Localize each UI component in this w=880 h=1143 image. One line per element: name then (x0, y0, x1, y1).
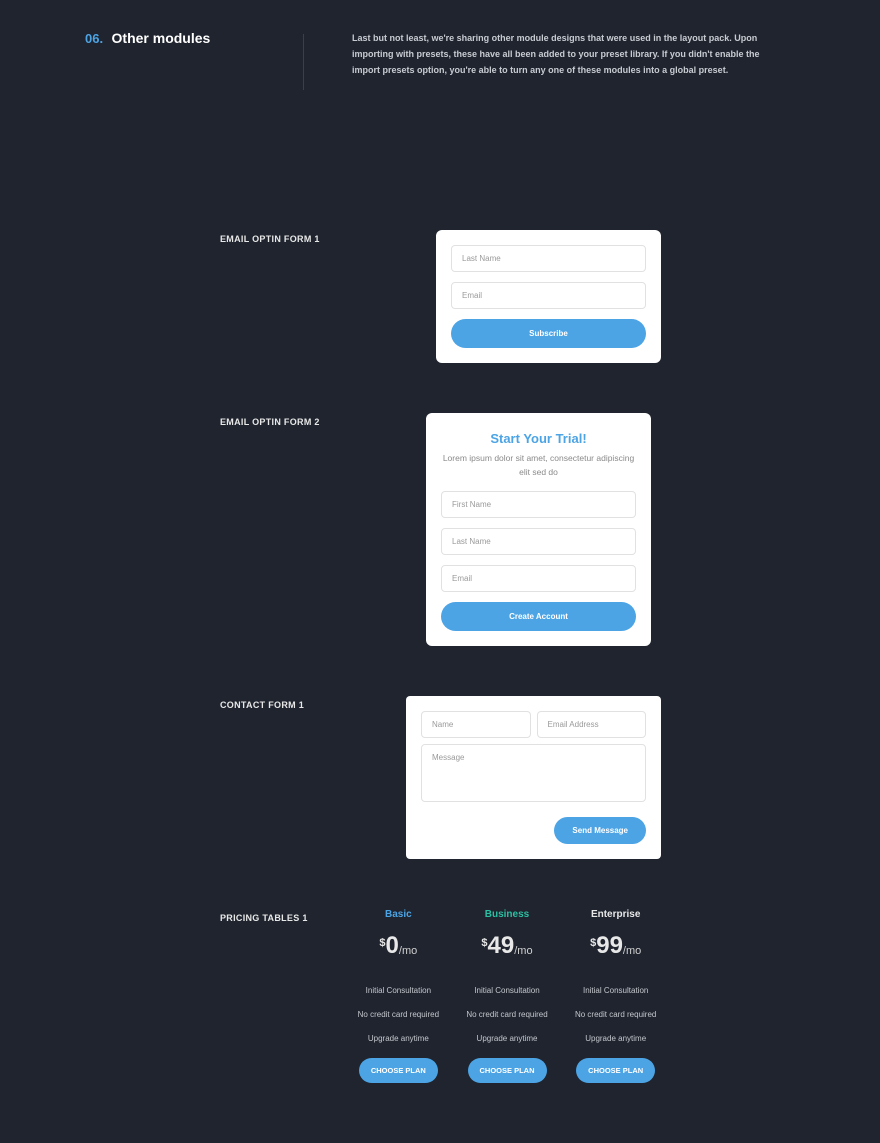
price-business: 49 (488, 934, 515, 958)
choose-plan-basic-button[interactable]: CHOOSE PLAN (359, 1058, 438, 1083)
pricing-col-business: Business $ 49 /mo Initial Consultation N… (453, 909, 562, 1083)
plan-name-basic: Basic (344, 909, 453, 920)
choose-plan-business-button[interactable]: CHOOSE PLAN (468, 1058, 547, 1083)
price-enterprise: 99 (596, 934, 623, 958)
optin1-subscribe-button[interactable]: Subscribe (451, 319, 646, 348)
pricing-wrap: Basic $ 0 /mo Initial Consultation No cr… (344, 909, 670, 1083)
choose-plan-enterprise-button[interactable]: CHOOSE PLAN (576, 1058, 655, 1083)
feature: Initial Consultation (453, 986, 562, 995)
label-optin1: EMAIL OPTIN FORM 1 (220, 230, 406, 363)
contact-email-input[interactable] (537, 711, 647, 738)
contact-card: Send Message (406, 696, 661, 859)
plan-name-business: Business (453, 909, 562, 920)
plan-name-enterprise: Enterprise (561, 909, 670, 920)
period: /mo (623, 945, 641, 957)
feature: Upgrade anytime (344, 1034, 453, 1043)
price-line: $ 49 /mo (453, 934, 562, 958)
optin2-email-input[interactable] (441, 565, 636, 592)
optin1-email-input[interactable] (451, 282, 646, 309)
pricing-col-enterprise: Enterprise $ 99 /mo Initial Consultation… (561, 909, 670, 1083)
feature: Upgrade anytime (561, 1034, 670, 1043)
pricing-col-basic: Basic $ 0 /mo Initial Consultation No cr… (344, 909, 453, 1083)
optin1-lastname-input[interactable] (451, 245, 646, 272)
contact-send-button[interactable]: Send Message (554, 817, 646, 844)
price-line: $ 0 /mo (344, 934, 453, 958)
optin2-subtitle: Lorem ipsum dolor sit amet, consectetur … (441, 452, 636, 479)
label-contact1: CONTACT FORM 1 (220, 696, 406, 859)
section-number: 06. (85, 31, 103, 46)
section-title: Other modules (112, 30, 211, 46)
optin2-lastname-input[interactable] (441, 528, 636, 555)
contact-name-input[interactable] (421, 711, 531, 738)
optin1-card: Subscribe (436, 230, 661, 363)
feature: Upgrade anytime (453, 1034, 562, 1043)
period: /mo (399, 945, 417, 957)
feature: No credit card required (453, 1010, 562, 1019)
optin2-title: Start Your Trial! (441, 431, 636, 446)
section-description: Last but not least, we're sharing other … (352, 30, 782, 90)
label-optin2: EMAIL OPTIN FORM 2 (220, 413, 406, 646)
contact-message-textarea[interactable] (421, 744, 646, 802)
feature: No credit card required (561, 1010, 670, 1019)
section-heading: 06. Other modules (85, 30, 275, 90)
optin2-create-button[interactable]: Create Account (441, 602, 636, 631)
feature: Initial Consultation (344, 986, 453, 995)
feature: No credit card required (344, 1010, 453, 1019)
label-pricing1: PRICING TABLES 1 (220, 909, 344, 1083)
price-basic: 0 (386, 934, 399, 958)
optin2-card: Start Your Trial! Lorem ipsum dolor sit … (426, 413, 651, 646)
feature: Initial Consultation (561, 986, 670, 995)
price-line: $ 99 /mo (561, 934, 670, 958)
period: /mo (514, 945, 532, 957)
header-divider (303, 34, 304, 90)
optin2-firstname-input[interactable] (441, 491, 636, 518)
